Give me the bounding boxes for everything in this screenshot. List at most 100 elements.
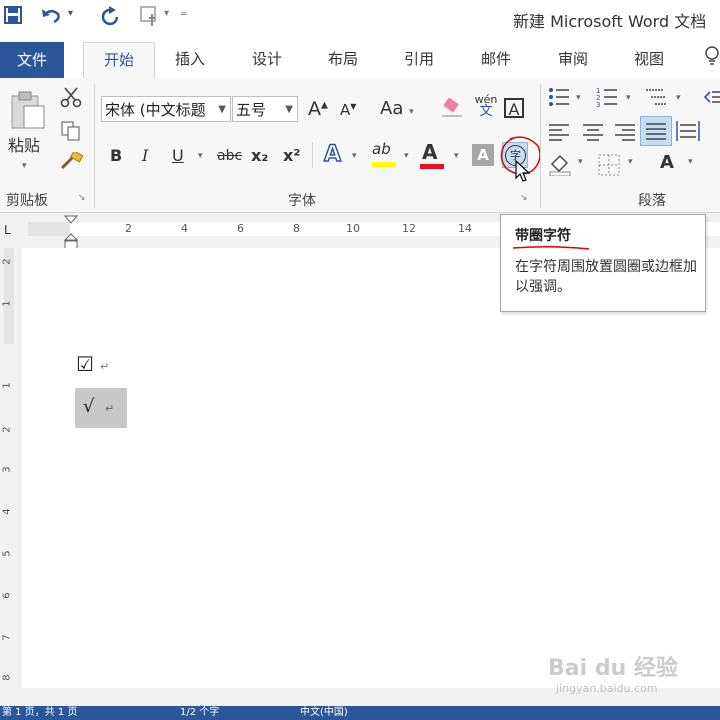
change-case-button[interactable]: Aa ▾ [380, 100, 414, 118]
window-title: 新建 Microsoft Word 文档 [513, 12, 707, 31]
align-right-icon[interactable] [614, 122, 636, 145]
ruler-number: 4 [181, 222, 188, 235]
font-color-button[interactable]: A [420, 142, 444, 169]
justify-icon [646, 123, 666, 140]
paste-button[interactable]: 粘贴 [8, 138, 40, 154]
sort-button[interactable]: A [660, 154, 674, 172]
paragraph-mark: ↵ [100, 360, 110, 373]
superscript-button[interactable]: x² [283, 148, 300, 164]
multilevel-dropdown-icon[interactable]: ▾ [676, 94, 681, 103]
underline-button[interactable]: U [172, 148, 184, 164]
cut-icon[interactable] [60, 86, 82, 111]
justify-button[interactable] [640, 116, 672, 146]
highlight-color-bar [372, 162, 396, 167]
tab-references[interactable]: 引用 [404, 48, 434, 69]
highlight-dropdown-icon[interactable]: ▾ [404, 152, 409, 161]
paragraph-mark: ↵ [105, 402, 115, 415]
tab-design[interactable]: 设计 [252, 48, 282, 69]
multilevel-list-icon[interactable] [644, 86, 668, 111]
grow-font-button[interactable]: A▲ [308, 100, 328, 119]
bullets-icon[interactable] [548, 86, 570, 111]
vruler-number: 4 [1, 508, 13, 515]
paste-icon[interactable] [10, 90, 46, 133]
format-painter-icon[interactable] [60, 150, 84, 175]
redo-icon[interactable] [100, 6, 122, 33]
italic-button[interactable]: I [142, 148, 148, 164]
status-bar: 第 1 页，共 1 页 1/2 个字 中文(中国) [0, 706, 720, 720]
clear-formatting-icon[interactable] [440, 96, 464, 123]
bold-button[interactable]: B [110, 148, 122, 164]
grow-font-glyph: A [308, 98, 321, 120]
ruler-number: 2 [125, 222, 132, 235]
clipboard-group-label: 剪贴板 [6, 193, 48, 209]
copy-icon[interactable] [60, 120, 82, 145]
numbering-icon[interactable]: 123 [596, 86, 618, 111]
font-size-value: 五号 [236, 101, 267, 119]
undo-icon[interactable] [40, 6, 62, 31]
align-center-icon[interactable] [582, 122, 604, 145]
borders-dropdown-icon[interactable]: ▾ [628, 158, 633, 167]
ribbon-tabs: 文件 开始 插入 设计 布局 引用 邮件 审阅 视图 [0, 38, 720, 79]
font-name-combo[interactable]: 宋体 (中文标题 ▼ [101, 96, 231, 122]
font-name-value: 宋体 (中文标题 [105, 101, 206, 119]
font-color-dropdown-icon[interactable]: ▾ [454, 152, 459, 161]
title-bar: ▾ ▾ ₌ 新建 Microsoft Word 文档 [0, 0, 720, 38]
strikethrough-button[interactable]: abc [217, 149, 242, 163]
shading-icon[interactable] [548, 152, 572, 179]
clipboard-launcher-icon[interactable]: ↘ [78, 194, 86, 203]
tab-file[interactable]: 文件 [0, 42, 64, 78]
highlight-glyph: ab [372, 140, 391, 158]
font-launcher-icon[interactable]: ↘ [520, 194, 528, 203]
shading-dropdown-icon[interactable]: ▾ [578, 158, 583, 167]
character-border-button[interactable]: A [504, 98, 524, 119]
vruler-number: 8 [1, 674, 13, 681]
word-count[interactable]: 1/2 个字 [180, 706, 219, 720]
change-case-glyph: Aa [380, 98, 404, 119]
bullets-dropdown-icon[interactable]: ▾ [576, 94, 581, 103]
customize-qat-icon[interactable]: ₌ [180, 4, 187, 20]
font-size-combo[interactable]: 五号 ▼ [232, 96, 298, 122]
tab-insert[interactable]: 插入 [175, 48, 205, 69]
paste-dropdown-icon[interactable]: ▾ [22, 162, 27, 171]
svg-text:3: 3 [596, 101, 600, 108]
document-page[interactable]: ☑ ↵ √ ↵ [22, 248, 720, 688]
tab-home[interactable]: 开始 [83, 42, 155, 79]
subscript-button[interactable]: x₂ [251, 148, 268, 164]
highlight-button[interactable]: ab [372, 140, 396, 167]
tab-view[interactable]: 视图 [634, 48, 664, 69]
page-count[interactable]: 第 1 页，共 1 页 [2, 706, 77, 720]
decrease-indent-icon[interactable] [703, 88, 720, 111]
numbering-dropdown-icon[interactable]: ▾ [626, 94, 631, 103]
text-effects-button[interactable]: A [323, 143, 342, 167]
tab-mailings[interactable]: 邮件 [481, 48, 511, 69]
touch-dropdown-icon[interactable]: ▾ [164, 8, 169, 19]
selected-text[interactable]: √ ↵ [75, 388, 127, 428]
font-group-label: 字体 [288, 193, 316, 209]
ruler-number: 8 [293, 222, 300, 235]
tab-selector-icon[interactable]: L [4, 224, 11, 236]
touch-mode-icon[interactable] [140, 6, 164, 33]
underline-dropdown-icon[interactable]: ▾ [198, 152, 203, 161]
tell-me-icon[interactable] [704, 46, 720, 70]
distributed-icon[interactable] [676, 120, 700, 145]
indent-marker-icon[interactable] [64, 214, 78, 250]
tooltip: 带圈字符 在字符周围放置圆圈或边框加以强调。 [500, 214, 706, 312]
watermark-url: jingyan.baidu.com [556, 682, 658, 695]
ruler-number: 14 [458, 222, 472, 235]
font-color-bar [420, 164, 444, 169]
shrink-font-button[interactable]: A▼ [340, 103, 356, 118]
character-shading-button[interactable]: A [472, 144, 494, 166]
undo-dropdown-icon[interactable]: ▾ [68, 8, 73, 19]
text-effects-dropdown-icon[interactable]: ▾ [352, 152, 357, 161]
check-symbol: √ [83, 396, 95, 417]
phonetic-guide-button[interactable]: wén 文 [474, 94, 498, 118]
tab-review[interactable]: 审阅 [558, 48, 588, 69]
vruler-number: 5 [1, 550, 13, 557]
language-indicator[interactable]: 中文(中国) [300, 706, 348, 720]
borders-icon[interactable] [598, 154, 620, 179]
align-left-icon[interactable] [548, 122, 570, 145]
paragraph-group-label: 段落 [638, 193, 666, 209]
save-icon[interactable] [4, 6, 22, 29]
sort-dropdown-icon[interactable]: ▾ [688, 158, 693, 167]
tab-layout[interactable]: 布局 [328, 48, 358, 69]
